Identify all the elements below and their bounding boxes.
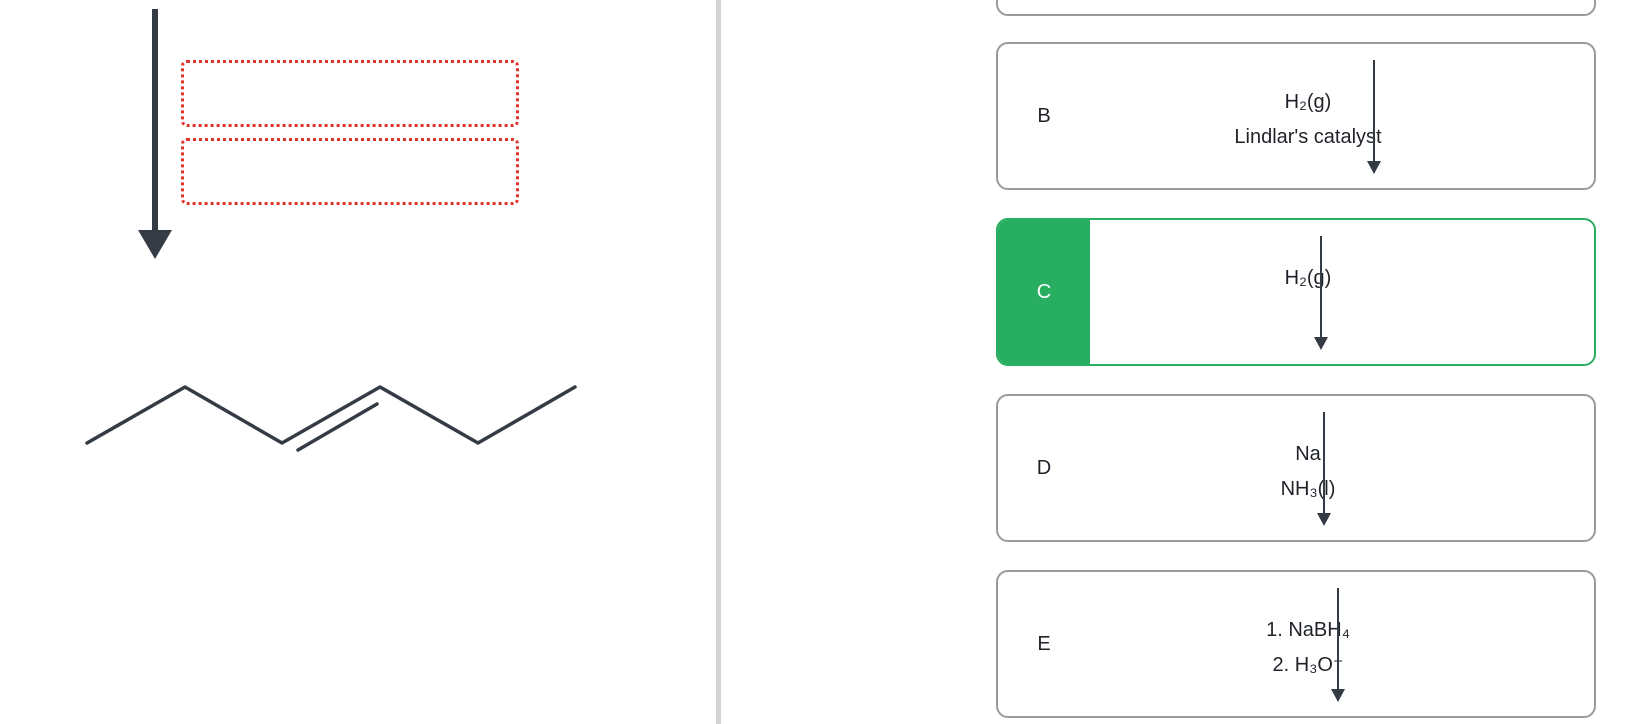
reagent-drop-slot-2[interactable] bbox=[181, 138, 519, 205]
reagent-drop-slot-1[interactable] bbox=[181, 60, 519, 127]
reagent-text: 1. NaBH₄ 2. H₃O⁺ bbox=[1158, 613, 1458, 683]
reagent-line-2: NH₃(l) bbox=[1280, 478, 1336, 500]
reagent-line-1: 1. NaBH₄ bbox=[1266, 619, 1350, 641]
main-reaction-arrow-icon bbox=[138, 9, 172, 259]
option-letter bbox=[998, 0, 1090, 14]
reagent-option-a[interactable] bbox=[996, 0, 1596, 16]
down-arrow-icon bbox=[1331, 588, 1345, 702]
reagent-line-1: Na bbox=[1295, 443, 1321, 465]
down-arrow-icon bbox=[1367, 60, 1381, 174]
reagent-line-2: 2. H₃O⁺ bbox=[1272, 654, 1344, 676]
reagent-text: H₂(g) bbox=[1158, 261, 1458, 296]
reagent-option-c[interactable]: C H₂(g) bbox=[996, 218, 1596, 366]
option-letter: E bbox=[1037, 632, 1051, 655]
reagent-option-e[interactable]: E 1. NaBH₄ 2. H₃O⁺ bbox=[996, 570, 1596, 718]
reaction-workspace bbox=[0, 0, 716, 724]
reagent-line-2: Lindlar's catalyst bbox=[1234, 126, 1382, 148]
pane-divider[interactable] bbox=[716, 0, 721, 724]
down-arrow-icon bbox=[1317, 412, 1331, 526]
reagent-option-b[interactable]: B H₂(g) Lindlar's catalyst bbox=[996, 42, 1596, 190]
reagent-line-1: H₂(g) bbox=[1284, 91, 1332, 113]
reagent-line-1: H₂(g) bbox=[1284, 267, 1332, 289]
down-arrow-icon bbox=[1314, 236, 1328, 350]
reagent-text: H₂(g) Lindlar's catalyst bbox=[1158, 85, 1458, 155]
reagent-text: Na NH₃(l) bbox=[1158, 437, 1458, 507]
option-letter: B bbox=[1037, 104, 1051, 127]
option-letter: D bbox=[1036, 456, 1052, 479]
option-letter: C bbox=[998, 220, 1090, 364]
product-molecule bbox=[85, 385, 577, 452]
reagent-option-d[interactable]: D Na NH₃(l) bbox=[996, 394, 1596, 542]
